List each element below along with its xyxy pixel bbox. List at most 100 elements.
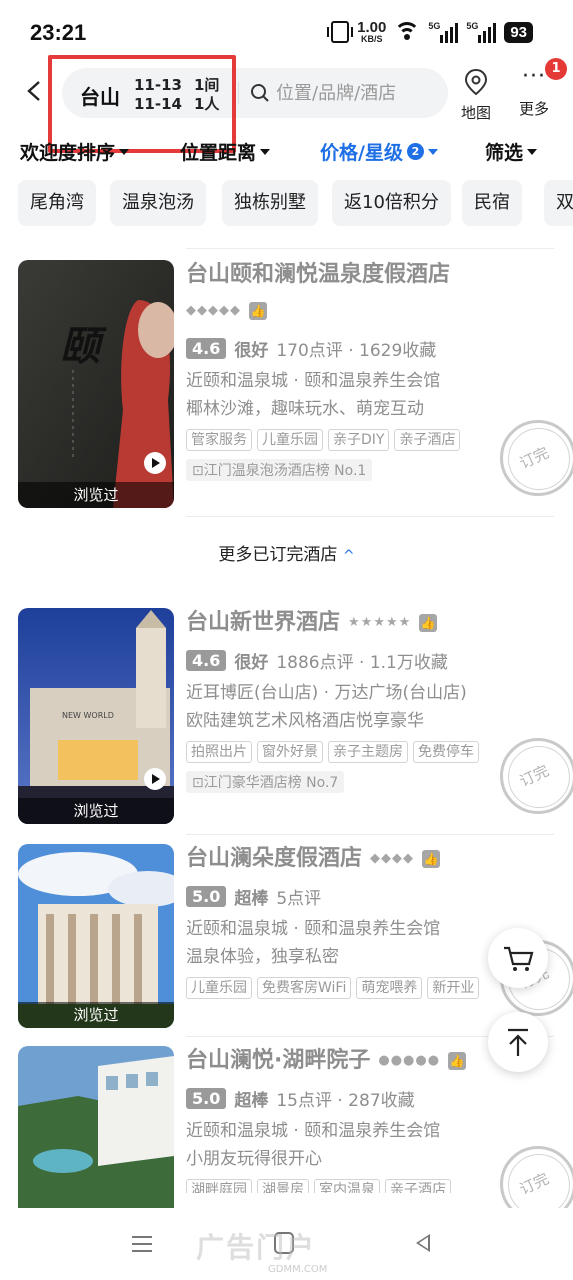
hotel-tag: 新开业	[427, 977, 480, 999]
sold-out-text: 订完	[516, 1169, 552, 1199]
chip-0[interactable]: 尾角湾	[18, 180, 96, 226]
menu-icon[interactable]	[132, 1236, 152, 1252]
room-count: 1间	[194, 76, 220, 94]
more-booked-toggle[interactable]: 更多已订完酒店 ^	[0, 540, 573, 565]
date-selector[interactable]: 11-13 11-14	[134, 76, 182, 114]
hotel-thumbnail[interactable]	[18, 1046, 174, 1208]
viewed-label: 浏览过	[18, 798, 174, 824]
viewed-label: 浏览过	[18, 482, 174, 508]
thumbs-up-icon: 👍	[419, 614, 438, 632]
star-rating-icon: ★★★★★	[348, 615, 412, 630]
status-time: 23:21	[30, 20, 87, 45]
signal-label-1: 5G	[428, 21, 441, 31]
thumbs-up-icon: 👍	[448, 1052, 467, 1070]
back-to-top-button[interactable]	[488, 1012, 548, 1072]
ranking-text: 江门豪华酒店榜 No.7	[203, 775, 339, 791]
thumbs-up-icon: 👍	[422, 850, 441, 868]
ranking-badge: ⊡江门豪华酒店榜 No.7	[186, 771, 345, 793]
hotel-tag: 亲子DIY	[328, 429, 390, 451]
sort-popularity[interactable]: 欢迎度排序	[20, 138, 130, 165]
hotel-tag: 湖畔庭园	[186, 1179, 252, 1193]
sold-out-stamp: 订完	[500, 738, 573, 814]
chip-2[interactable]: 独栋别墅	[222, 180, 318, 226]
status-bar: 23:21 1.00 KB/S 5G 5G 93	[0, 0, 573, 62]
pill-divider	[238, 82, 239, 104]
hotel-thumbnail[interactable]: NEW WORLD 浏览过	[18, 608, 174, 824]
signal-icon-2: 5G	[466, 21, 497, 43]
divider	[186, 248, 554, 249]
hotel-name: 台山新世界酒店 ★★★★★ 👍	[186, 608, 566, 638]
back-arrow-icon[interactable]	[24, 80, 46, 102]
watermark: 广告门户	[196, 1231, 317, 1264]
sort-popularity-label: 欢迎度排序	[20, 142, 116, 164]
rating-row: 4.6 很好 170点评 · 1629收藏	[186, 336, 566, 361]
arrow-up-icon	[508, 1028, 528, 1056]
sort-distance[interactable]: 位置距离	[180, 138, 271, 165]
more-booked-label: 更多已订完酒店	[218, 545, 338, 565]
cart-button[interactable]	[488, 928, 548, 988]
hotel-name-text: 台山澜朵度假酒店	[186, 846, 363, 871]
hotel-name-text: 台山颐和澜悦温泉度假酒店	[186, 262, 451, 287]
hotel-name: 台山澜朵度假酒店 ◆◆◆◆ 👍	[186, 844, 566, 874]
sort-distance-label: 位置距离	[180, 142, 257, 164]
hotel-tag: 亲子酒店	[385, 1179, 451, 1193]
circle-rating-icon: ●●●●●	[378, 1053, 441, 1068]
chip-3[interactable]: 返10倍积分	[332, 180, 451, 226]
score-label: 很好	[234, 653, 269, 673]
hotel-star-row: ◆◆◆◆◆ 👍	[186, 296, 566, 326]
network-speed: 1.00 KB/S	[357, 20, 386, 44]
review-count: 1886点评 · 1.1万收藏	[276, 653, 448, 673]
room-guest-selector[interactable]: 1间 1人	[194, 76, 219, 114]
hotel-thumbnail[interactable]: 颐 浏览过	[18, 260, 174, 508]
hotel-name: 台山颐和澜悦温泉度假酒店	[186, 260, 566, 290]
review-count: 170点评 · 1629收藏	[276, 341, 437, 361]
score-badge: 4.6	[186, 338, 227, 359]
divider	[186, 516, 554, 517]
search-bar[interactable]: 台山 11-13 11-14 1间 1人	[62, 68, 448, 118]
dropdown-arrow-icon	[427, 148, 438, 155]
review-count: 5点评	[276, 889, 322, 909]
map-label: 地图	[460, 104, 491, 122]
checkin-date: 11-13	[134, 76, 182, 94]
video-play-icon[interactable]	[144, 452, 166, 474]
sold-out-text: 订完	[516, 761, 552, 791]
hotel-tag: 儿童乐园	[186, 977, 252, 999]
hotel-name-text: 台山澜悦·湖畔院子	[186, 1048, 371, 1073]
rating-row: 4.6 很好 1886点评 · 1.1万收藏	[186, 648, 566, 673]
vibrate-icon	[327, 21, 354, 43]
rating-row: 5.0 超棒 5点评	[186, 884, 566, 909]
city-selector[interactable]: 台山	[80, 81, 120, 110]
dropdown-arrow-icon	[260, 148, 271, 155]
ranking-text: 江门温泉泡汤酒店榜 No.1	[203, 463, 367, 479]
map-button[interactable]: 地图	[458, 68, 494, 123]
video-play-icon[interactable]	[144, 768, 166, 790]
hotel-description: 椰林沙滩，趣味玩水、萌宠互动	[186, 399, 424, 419]
hotel-thumbnail[interactable]: 浏览过	[18, 844, 174, 1028]
diamond-rating-icon: ◆◆◆◆◆	[186, 303, 241, 318]
hotel-tag: 儿童乐园	[257, 429, 323, 451]
thumbs-up-icon: 👍	[249, 302, 267, 320]
chip-4[interactable]: 民宿	[462, 180, 522, 226]
hotel-tag: 免费客房WiFi	[257, 977, 352, 999]
chip-1[interactable]: 温泉泡汤	[110, 180, 206, 226]
chip-5[interactable]: 双	[544, 180, 573, 226]
sort-price-star[interactable]: 价格/星级 2	[320, 138, 438, 165]
filter-button[interactable]: 筛选	[485, 138, 538, 165]
hotel-tag: 免费停车	[413, 741, 479, 763]
hotel-tag: 窗外好景	[257, 741, 323, 763]
score-badge: 5.0	[186, 1088, 227, 1109]
battery-indicator: 93	[504, 21, 533, 43]
svg-text:NEW WORLD: NEW WORLD	[62, 711, 114, 720]
sold-out-stamp: 订完	[500, 420, 573, 496]
hotel-tag: 湖景房	[257, 1179, 309, 1193]
signal-icon-1: 5G	[428, 21, 459, 43]
nav-back-icon[interactable]	[416, 1234, 430, 1252]
search-input[interactable]	[276, 78, 436, 108]
viewed-label: 浏览过	[18, 1002, 174, 1028]
hotel-photo: NEW WORLD	[18, 608, 174, 824]
hotel-description: 欧陆建筑艺术风格酒店悦享豪华	[186, 711, 424, 731]
hotel-name-text: 台山新世界酒店	[186, 610, 341, 635]
map-pin-icon	[464, 68, 488, 96]
network-speed-value: 1.00	[357, 19, 387, 36]
notification-badge: 1	[545, 58, 567, 80]
